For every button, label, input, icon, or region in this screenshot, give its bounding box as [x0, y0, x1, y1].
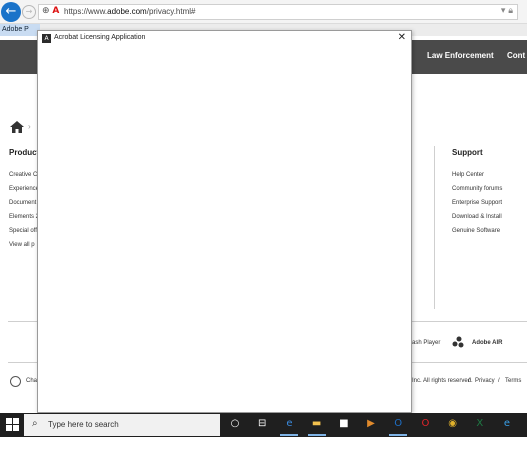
products-link[interactable]: Elements 2 [9, 214, 39, 220]
support-link-community[interactable]: Community forums [452, 186, 502, 192]
close-icon[interactable]: ✕ [398, 32, 406, 43]
edge-browser-icon[interactable]: e [282, 417, 296, 431]
products-link[interactable]: Document [9, 200, 36, 206]
browser-tab[interactable]: Adobe P [0, 24, 40, 36]
nav-contact[interactable]: Cont [507, 51, 525, 60]
terms-link[interactable]: Terms [505, 378, 521, 384]
column-divider [434, 146, 435, 309]
opera-icon[interactable]: O [418, 417, 432, 431]
support-link-genuine[interactable]: Genuine Software [452, 228, 500, 234]
support-link-download[interactable]: Download & Install [452, 214, 502, 220]
products-link[interactable]: Creative C [9, 172, 37, 178]
outlook-icon[interactable]: O [391, 417, 405, 431]
adobe-air-link[interactable]: Adobe AIR [472, 340, 502, 346]
support-link-help-center[interactable]: Help Center [452, 172, 484, 178]
copyright-text: Inc. All rights reserved. [412, 378, 473, 384]
support-link-enterprise[interactable]: Enterprise Support [452, 200, 502, 206]
url-text[interactable]: https://www.adobe.com/privacy.html# [64, 7, 195, 16]
globe-icon[interactable] [10, 376, 21, 387]
home-icon[interactable] [10, 121, 24, 133]
file-explorer-icon[interactable]: ▬ [310, 417, 324, 431]
task-view-icon[interactable]: ⊟ [255, 417, 269, 431]
active-app-indicator [280, 434, 299, 436]
products-heading: Product [9, 148, 40, 157]
bottom-margin [0, 437, 527, 462]
dialog-title: Acrobat Licensing Application [54, 34, 146, 41]
acrobat-app-icon: A [42, 34, 51, 43]
support-heading: Support [452, 148, 483, 157]
store-bag-icon[interactable]: ■ [337, 417, 351, 431]
taskbar-search-input[interactable]: ⌕ Type here to search [24, 414, 220, 436]
breadcrumb-separator: › [28, 122, 31, 131]
products-link[interactable]: Special off [9, 228, 37, 234]
flash-player-link[interactable]: ash Player [412, 340, 440, 346]
search-placeholder: Type here to search [48, 420, 119, 429]
adobe-air-icon [452, 336, 464, 348]
windows-taskbar: ⌕ Type here to search ○ ⊟ e ▬ ■ ▶ O O ◉ Xe [0, 413, 527, 437]
site-identity-icon[interactable]: ⊕ A [42, 6, 59, 16]
excel-icon[interactable]: X [473, 417, 487, 431]
footer-separator: / [498, 378, 500, 384]
chrome-icon[interactable]: ◉ [446, 417, 460, 431]
products-link[interactable]: View all p [9, 242, 35, 248]
privacy-link[interactable]: Privacy [475, 378, 495, 384]
acrobat-licensing-dialog: A Acrobat Licensing Application ✕ [37, 30, 412, 413]
media-player-icon[interactable]: ▶ [364, 417, 378, 431]
back-arrow-icon[interactable]: ← [1, 2, 21, 22]
forward-arrow-icon[interactable]: → [22, 5, 36, 19]
footer-separator: / [468, 378, 470, 384]
address-bar[interactable]: ⊕ A https://www.adobe.com/privacy.html# … [38, 4, 518, 20]
search-icon: ⌕ [32, 418, 38, 429]
windows-start-icon[interactable] [6, 418, 20, 432]
products-link[interactable]: Experience [9, 186, 39, 192]
cortana-circle-icon[interactable]: ○ [228, 417, 242, 431]
active-app-indicator [307, 434, 326, 436]
change-region-link[interactable]: Cha [26, 378, 37, 384]
browser-toolbar: ← → ⊕ A https://www.adobe.com/privacy.ht… [0, 0, 527, 24]
dialog-titlebar[interactable]: A Acrobat Licensing Application ✕ [38, 31, 411, 47]
refresh-icon[interactable]: ▾ 🔒︎ [501, 6, 513, 16]
internet-explorer-icon[interactable]: e [500, 417, 514, 431]
active-app-indicator [389, 434, 408, 436]
nav-law-enforcement[interactable]: Law Enforcement [427, 51, 494, 60]
